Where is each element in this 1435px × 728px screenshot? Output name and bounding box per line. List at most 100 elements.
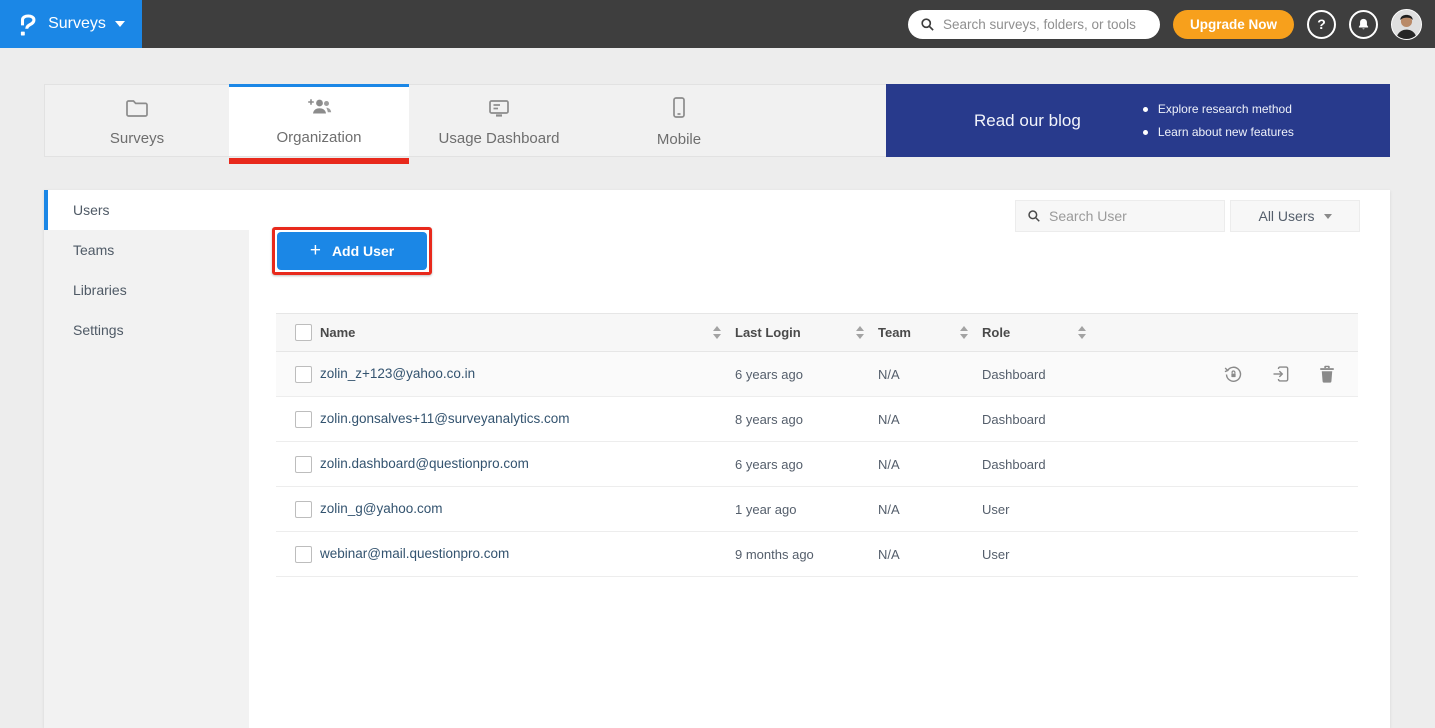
blog-banner[interactable]: Read our blog Explore research method Le… bbox=[886, 84, 1390, 157]
last-login-cell: 6 years ago bbox=[735, 457, 878, 472]
user-email-link[interactable]: zolin.gonsalves+11@surveyanalytics.com bbox=[320, 411, 569, 426]
notifications-button[interactable] bbox=[1349, 10, 1378, 39]
blog-banner-bullets: Explore research method Learn about new … bbox=[1143, 102, 1294, 139]
tab-label: Usage Dashboard bbox=[439, 130, 560, 147]
blog-bullet: Explore research method bbox=[1143, 102, 1294, 116]
user-email-link[interactable]: zolin.dashboard@questionpro.com bbox=[320, 456, 529, 471]
user-filter-label: All Users bbox=[1258, 208, 1314, 224]
users-table-header: Name Last Login Team bbox=[276, 313, 1358, 352]
role-cell: Dashboard bbox=[982, 412, 1100, 427]
tab-label: Organization bbox=[276, 129, 361, 146]
search-icon bbox=[920, 17, 935, 32]
column-header-role: Role bbox=[982, 325, 1010, 340]
global-search[interactable] bbox=[908, 10, 1160, 39]
table-row: zolin.gonsalves+11@surveyanalytics.com 8… bbox=[276, 397, 1358, 442]
dashboard-screen-icon bbox=[487, 98, 511, 122]
login-as-user-icon[interactable] bbox=[1271, 364, 1291, 384]
help-button[interactable]: ? bbox=[1307, 10, 1336, 39]
row-checkbox[interactable] bbox=[295, 501, 312, 518]
team-cell: N/A bbox=[878, 547, 982, 562]
user-email-link[interactable]: zolin_g@yahoo.com bbox=[320, 501, 443, 516]
mobile-phone-icon bbox=[671, 96, 687, 123]
bell-icon bbox=[1356, 17, 1371, 32]
topbar-actions: Upgrade Now ? bbox=[908, 9, 1435, 40]
user-email-link[interactable]: webinar@mail.questionpro.com bbox=[320, 546, 509, 561]
tab-mobile[interactable]: Mobile bbox=[589, 85, 769, 156]
role-cell: User bbox=[982, 547, 1100, 562]
questionpro-logo-icon bbox=[17, 11, 39, 38]
users-table: Name Last Login Team bbox=[276, 313, 1358, 577]
delete-icon[interactable] bbox=[1318, 364, 1336, 384]
sidebar-item-label: Libraries bbox=[73, 282, 127, 298]
row-actions bbox=[1100, 364, 1358, 385]
add-user-label: Add User bbox=[332, 243, 394, 259]
sort-icon[interactable] bbox=[856, 326, 864, 339]
table-row: webinar@mail.questionpro.com 9 months ag… bbox=[276, 532, 1358, 577]
tab-label: Mobile bbox=[657, 131, 701, 148]
select-all-checkbox[interactable] bbox=[295, 324, 312, 341]
sidebar-item-users[interactable]: Users bbox=[44, 190, 249, 230]
user-avatar[interactable] bbox=[1391, 9, 1422, 40]
row-checkbox[interactable] bbox=[295, 411, 312, 428]
blog-bullet: Learn about new features bbox=[1143, 125, 1294, 139]
folder-icon bbox=[125, 98, 149, 122]
sidebar-item-libraries[interactable]: Libraries bbox=[44, 270, 249, 310]
sort-icon[interactable] bbox=[960, 326, 968, 339]
product-menu-label: Surveys bbox=[48, 15, 106, 33]
team-cell: N/A bbox=[878, 412, 982, 427]
user-search-input[interactable] bbox=[1049, 208, 1213, 224]
role-cell: Dashboard bbox=[982, 457, 1100, 472]
column-header-team: Team bbox=[878, 325, 911, 340]
row-checkbox[interactable] bbox=[295, 366, 312, 383]
tab-surveys[interactable]: Surveys bbox=[45, 85, 229, 156]
column-header-name: Name bbox=[320, 325, 355, 340]
table-row: zolin_g@yahoo.com 1 year ago N/A User bbox=[276, 487, 1358, 532]
question-mark-icon: ? bbox=[1317, 16, 1326, 32]
sidebar-item-label: Teams bbox=[73, 242, 114, 258]
upgrade-now-button[interactable]: Upgrade Now bbox=[1173, 10, 1294, 39]
top-navigation-bar: Surveys Upgrade Now ? bbox=[0, 0, 1435, 48]
row-checkbox[interactable] bbox=[295, 456, 312, 473]
last-login-cell: 6 years ago bbox=[735, 367, 878, 382]
team-cell: N/A bbox=[878, 457, 982, 472]
blog-banner-title: Read our blog bbox=[974, 111, 1081, 131]
role-cell: Dashboard bbox=[982, 367, 1100, 382]
team-cell: N/A bbox=[878, 502, 982, 517]
search-icon bbox=[1027, 209, 1041, 223]
global-search-input[interactable] bbox=[943, 17, 1148, 32]
row-checkbox[interactable] bbox=[295, 546, 312, 563]
team-cell: N/A bbox=[878, 367, 982, 382]
tab-label: Surveys bbox=[110, 130, 164, 147]
organization-panel: Users Teams Libraries Settings All Users bbox=[44, 190, 1390, 728]
tab-usage-dashboard[interactable]: Usage Dashboard bbox=[409, 85, 589, 156]
sort-icon[interactable] bbox=[1078, 326, 1086, 339]
user-search[interactable] bbox=[1015, 200, 1225, 232]
annotation-underline bbox=[229, 158, 409, 164]
chevron-down-icon bbox=[115, 21, 125, 27]
module-tab-bar: Surveys Organization bbox=[44, 84, 1390, 157]
user-filter-dropdown[interactable]: All Users bbox=[1230, 200, 1360, 232]
user-email-link[interactable]: zolin_z+123@yahoo.co.in bbox=[320, 366, 475, 381]
sidebar-item-label: Settings bbox=[73, 322, 124, 338]
reset-password-icon[interactable] bbox=[1223, 364, 1244, 385]
tab-organization[interactable]: Organization bbox=[229, 84, 409, 156]
sidebar-item-label: Users bbox=[73, 202, 110, 218]
chevron-down-icon bbox=[1324, 214, 1332, 219]
annotation-highlight-box: + Add User bbox=[272, 227, 432, 275]
column-header-last-login: Last Login bbox=[735, 325, 801, 340]
role-cell: User bbox=[982, 502, 1100, 517]
sort-icon[interactable] bbox=[713, 326, 721, 339]
organization-sidebar: Users Teams Libraries Settings bbox=[44, 190, 249, 728]
app-window: Surveys Upgrade Now ? bbox=[0, 0, 1435, 728]
product-menu[interactable]: Surveys bbox=[0, 0, 142, 48]
plus-icon: + bbox=[310, 241, 321, 260]
add-user-button[interactable]: + Add User bbox=[277, 232, 427, 270]
sidebar-item-settings[interactable]: Settings bbox=[44, 310, 249, 350]
last-login-cell: 1 year ago bbox=[735, 502, 878, 517]
people-add-icon bbox=[306, 97, 333, 121]
sidebar-item-teams[interactable]: Teams bbox=[44, 230, 249, 270]
table-row: zolin_z+123@yahoo.co.in 6 years ago N/A … bbox=[276, 352, 1358, 397]
last-login-cell: 9 months ago bbox=[735, 547, 878, 562]
last-login-cell: 8 years ago bbox=[735, 412, 878, 427]
table-row: zolin.dashboard@questionpro.com 6 years … bbox=[276, 442, 1358, 487]
